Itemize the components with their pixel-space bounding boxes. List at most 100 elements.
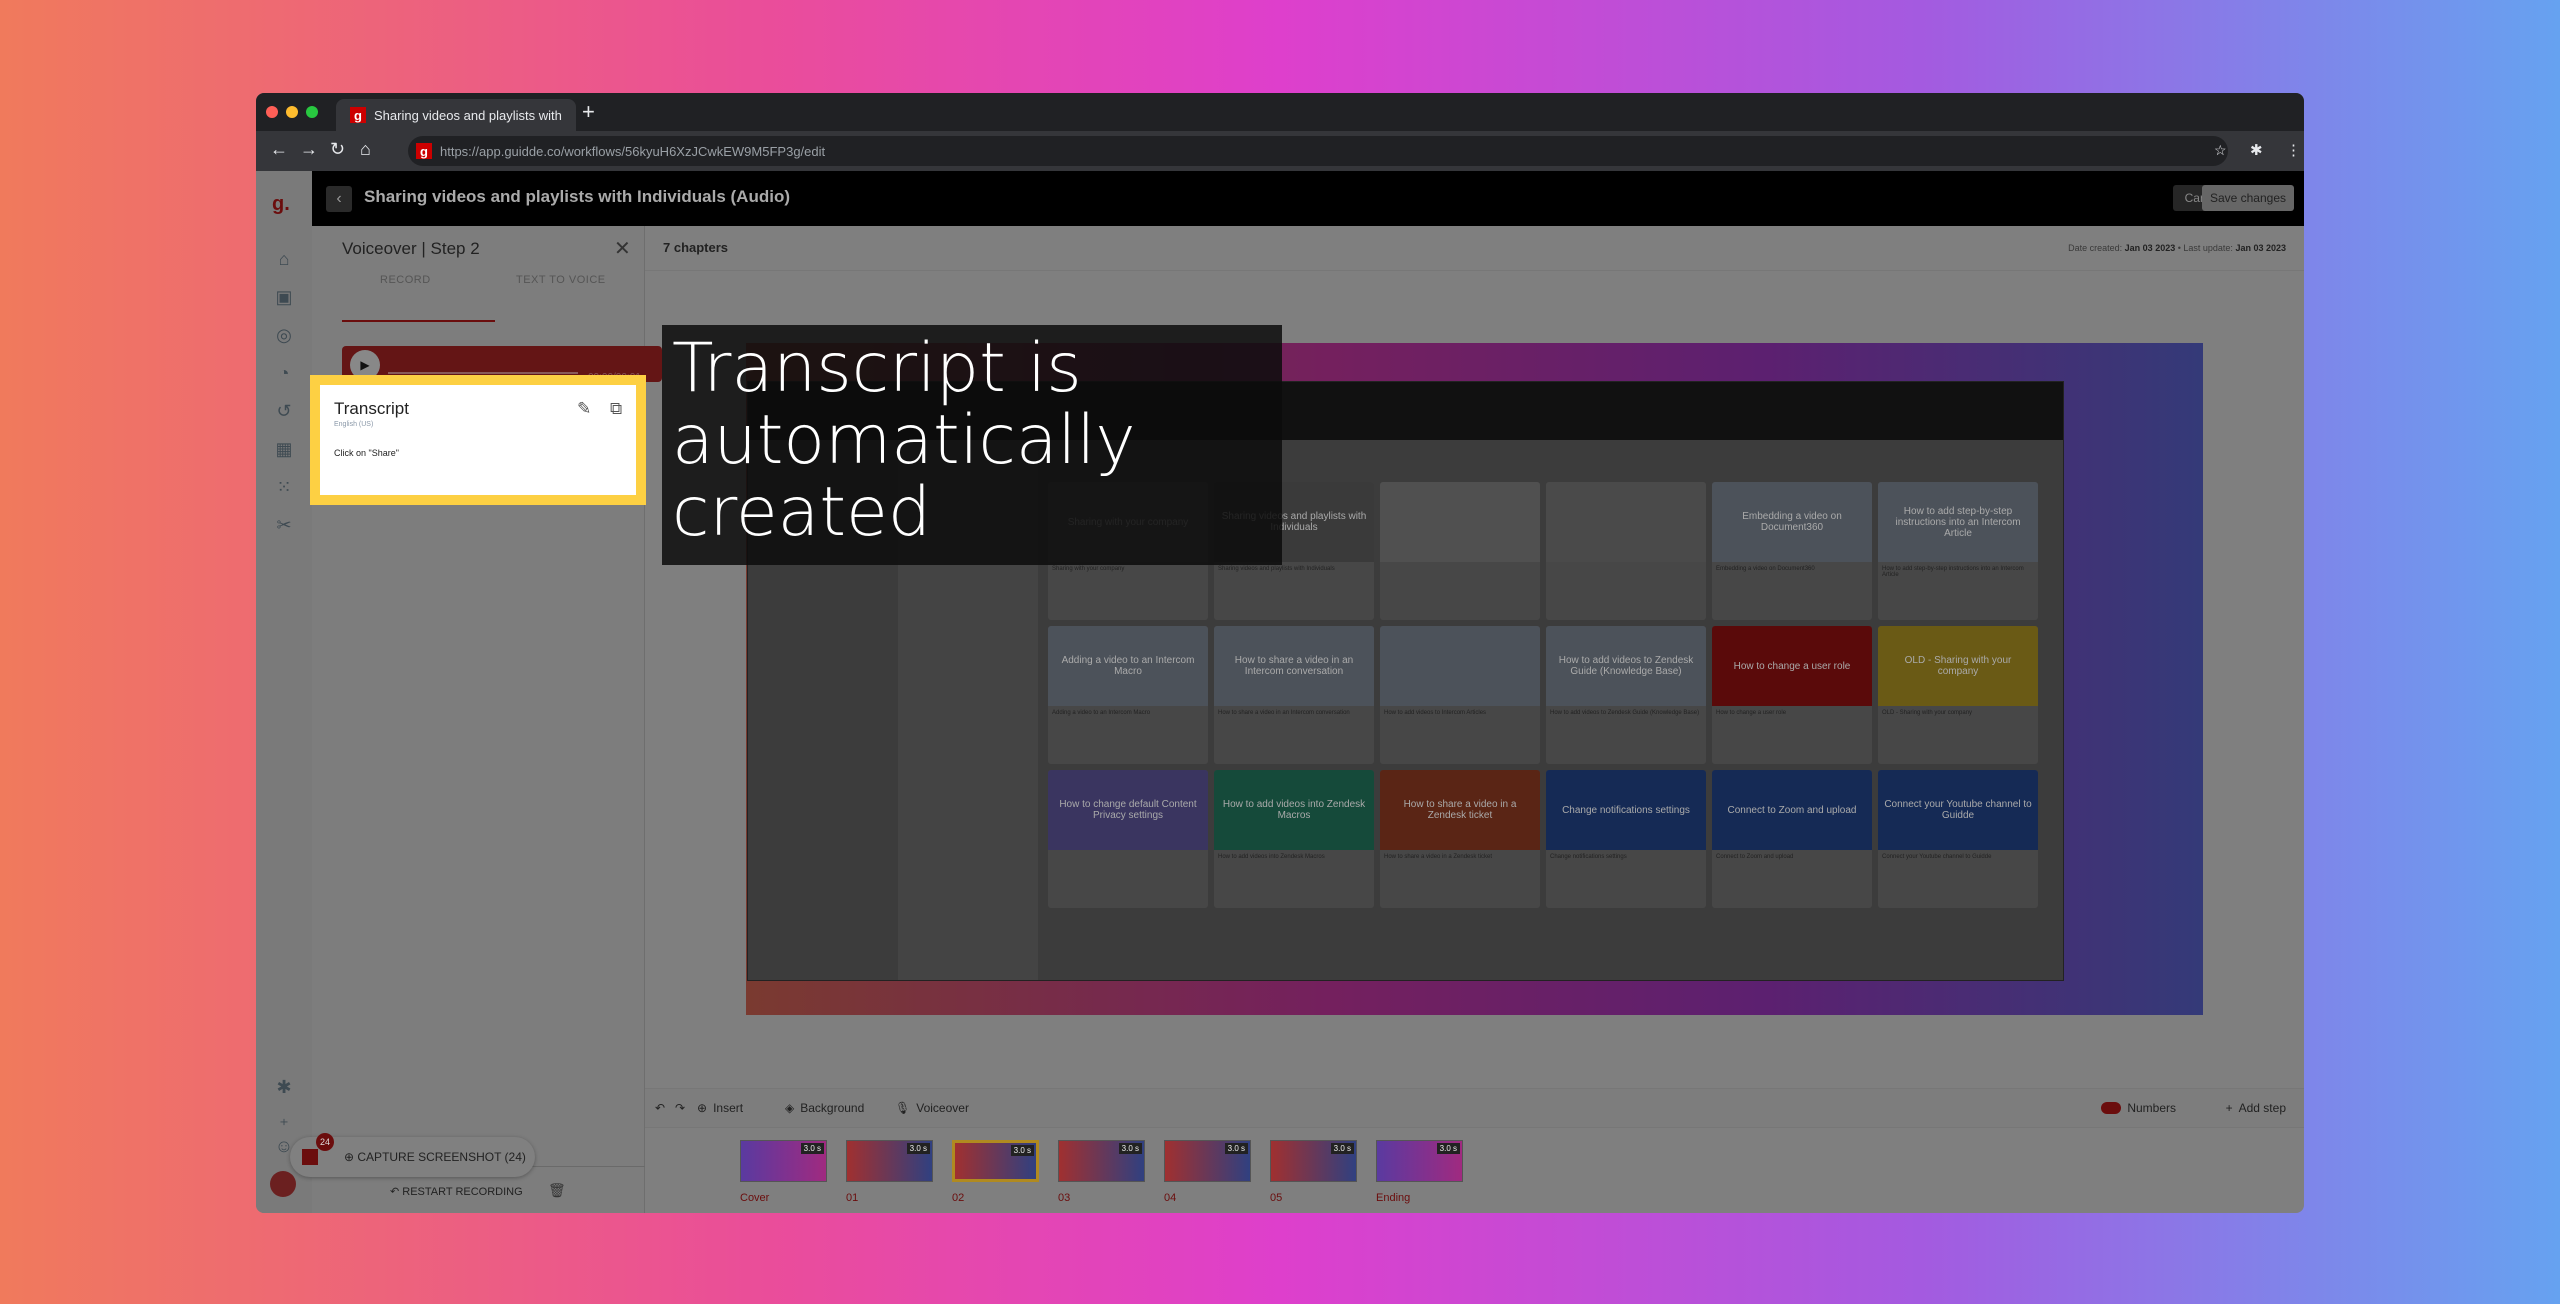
step-label: 05 xyxy=(1270,1192,1283,1204)
add-step-button[interactable]: + Add step xyxy=(2226,1101,2286,1115)
activity-icon[interactable]: ↺ xyxy=(272,401,296,425)
close-icon[interactable]: ✕ xyxy=(614,236,631,261)
stop-recording-icon[interactable] xyxy=(302,1149,318,1165)
step-duration: 3.0 s xyxy=(1330,1143,1354,1154)
video-title: Connect to Zoom and upload xyxy=(1716,854,1794,860)
forward-icon[interactable]: → xyxy=(300,139,318,160)
step-thumbnail[interactable]: 3.0 s xyxy=(846,1140,933,1182)
minimize-window-button[interactable] xyxy=(286,106,298,118)
back-icon[interactable]: ← xyxy=(270,139,288,160)
site-favicon-icon: g xyxy=(416,143,432,159)
dates: Date created: Jan 03 2023 • Last update:… xyxy=(2068,243,2286,253)
maximize-window-button[interactable] xyxy=(306,106,318,118)
step-thumbnail[interactable]: 3.0 s xyxy=(740,1140,827,1182)
step-label: 04 xyxy=(1164,1192,1177,1204)
edit-pencil-icon[interactable]: ✎ xyxy=(577,399,591,419)
step-duration: 3.0 s xyxy=(906,1143,930,1154)
video-thumbnail: Adding a video to an Intercom Macro xyxy=(1048,626,1208,706)
step-thumbnail[interactable]: 3.0 s xyxy=(1376,1140,1463,1182)
transcript-text[interactable]: Click on "Share" xyxy=(334,448,399,458)
icon-sidebar: g. ⌂ ▣ ◎ ◔ ↺ ▦ ⁙ ✂ ✱ ⁺☺ xyxy=(256,171,312,1213)
video-card xyxy=(1380,482,1540,620)
video-card: Adding a video to an Intercom Macro Addin… xyxy=(1048,626,1208,764)
video-card: How to share a video in a Zendesk ticket… xyxy=(1380,770,1540,908)
tab-bar: g Sharing videos and playlists with + xyxy=(256,93,2304,131)
add-user-icon[interactable]: ⁺☺ xyxy=(272,1115,296,1156)
chapters-bar: 7 chapters Date created: Jan 03 2023 • L… xyxy=(645,226,2304,271)
microphone-icon: 🎙 xyxy=(895,1101,911,1115)
restart-recording-button[interactable]: ↶ RESTART RECORDING xyxy=(390,1185,523,1198)
bookmark-star-icon[interactable]: ☆ xyxy=(2214,142,2227,159)
video-thumbnail: Change notifications settings xyxy=(1546,770,1706,850)
insert-button[interactable]: ⊕ Insert xyxy=(697,1101,743,1115)
video-card: Connect to Zoom and upload Connect to Zoo… xyxy=(1712,770,1872,908)
tab-text-to-voice[interactable]: TEXT TO VOICE xyxy=(516,274,606,286)
video-card: How to add videos into Zendesk Macros How… xyxy=(1214,770,1374,908)
video-thumbnail: How to change a user role xyxy=(1712,626,1872,706)
browser-menu-icon[interactable]: ⋮ xyxy=(2286,141,2301,159)
video-title: How to share a video in a Zendesk ticket xyxy=(1384,854,1493,860)
video-title: Change notifications settings xyxy=(1550,854,1627,860)
video-card: How to add videos to Zendesk Guide (Know… xyxy=(1546,626,1706,764)
video-title xyxy=(1546,562,1706,570)
capture-screenshot-button[interactable]: 24 ⊕ CAPTURE SCREENSHOT (24) xyxy=(290,1133,535,1177)
capture-label: ⊕ CAPTURE SCREENSHOT (24) xyxy=(344,1150,526,1164)
video-title: Connect your Youtube channel to Guidde xyxy=(1882,854,1992,860)
video-card: Embedding a video on Document360 Embeddin… xyxy=(1712,482,1872,620)
video-thumbnail: Embedding a video on Document360 xyxy=(1712,482,1872,562)
reload-icon[interactable]: ↻ xyxy=(330,139,345,160)
video-title: Embedding a video on Document360 xyxy=(1716,566,1815,572)
transcript-highlight: Transcript English (US) Click on "Share"… xyxy=(310,375,646,505)
tab-title: Sharing videos and playlists with xyxy=(374,107,562,123)
apps-icon[interactable]: ⁙ xyxy=(272,477,296,501)
step-label: Cover xyxy=(740,1192,770,1204)
active-tab-indicator xyxy=(342,320,495,322)
url-bar[interactable]: g https://app.guidde.co/workflows/56kyuH6… xyxy=(408,136,2228,166)
video-thumbnail: How to add videos to Zendesk Guide (Know… xyxy=(1546,626,1706,706)
video-thumbnail: How to add videos into Zendesk Macros xyxy=(1214,770,1374,850)
home-icon[interactable]: ⌂ xyxy=(360,139,371,160)
trash-icon[interactable]: 🗑 xyxy=(548,1182,566,1199)
toggle-switch[interactable] xyxy=(2101,1102,2122,1114)
voiceover-button[interactable]: 🎙 Voiceover xyxy=(895,1101,969,1115)
audio-progress[interactable] xyxy=(388,372,578,374)
save-changes-button[interactable]: Save changes xyxy=(2201,185,2294,211)
back-button[interactable]: ‹ xyxy=(326,186,352,212)
insights-icon[interactable]: ◔ xyxy=(272,363,296,387)
video-title xyxy=(1380,562,1540,570)
video-card: How to add step-by-step instructions int… xyxy=(1878,482,2038,620)
tab-record[interactable]: RECORD xyxy=(380,274,431,286)
video-title xyxy=(1048,850,1208,858)
new-tab-button[interactable]: + xyxy=(582,99,595,125)
video-thumbnail: How to share a video in a Zendesk ticket xyxy=(1380,770,1540,850)
extensions-icon[interactable]: ✱ xyxy=(2250,141,2263,159)
numbers-toggle[interactable]: Numbers xyxy=(2101,1101,2176,1115)
video-title: How to add videos to Intercom Articles xyxy=(1384,710,1487,716)
url-text: https://app.guidde.co/workflows/56kyuH6X… xyxy=(440,143,826,159)
video-thumbnail: Connect to Zoom and upload xyxy=(1712,770,1872,850)
step-thumbnail[interactable]: 3.0 s xyxy=(1270,1140,1357,1182)
video-title: How to change a user role xyxy=(1716,710,1787,716)
home-icon[interactable]: ⌂ xyxy=(272,249,296,273)
undo-icon[interactable]: ↶ xyxy=(655,1101,665,1115)
step-label: 03 xyxy=(1058,1192,1071,1204)
spaces-icon[interactable]: ◎ xyxy=(272,325,296,349)
step-label: 01 xyxy=(846,1192,859,1204)
video-card xyxy=(1546,482,1706,620)
extension-icon[interactable]: ✱ xyxy=(272,1077,296,1101)
step-thumbnail[interactable]: 3.0 s xyxy=(1164,1140,1251,1182)
copy-icon[interactable]: ⧉ xyxy=(610,399,622,419)
redo-icon[interactable]: ↷ xyxy=(675,1101,685,1115)
brand-kit-icon[interactable]: ✂ xyxy=(272,515,296,539)
step-thumbnail[interactable]: 3.0 s xyxy=(952,1140,1039,1182)
video-icon[interactable]: ▣ xyxy=(272,287,296,311)
step-thumbnail[interactable]: 3.0 s xyxy=(1058,1140,1145,1182)
video-thumbnail: How to change default Content Privacy se… xyxy=(1048,770,1208,850)
step-label: 02 xyxy=(952,1192,965,1204)
video-card: How to change a user role How to change a… xyxy=(1712,626,1872,764)
browser-tab[interactable]: g Sharing videos and playlists with xyxy=(336,99,576,131)
organizations-icon[interactable]: ▦ xyxy=(272,439,296,463)
close-window-button[interactable] xyxy=(266,106,278,118)
avatar[interactable] xyxy=(270,1171,296,1197)
background-button[interactable]: ◈ Background xyxy=(785,1101,864,1115)
